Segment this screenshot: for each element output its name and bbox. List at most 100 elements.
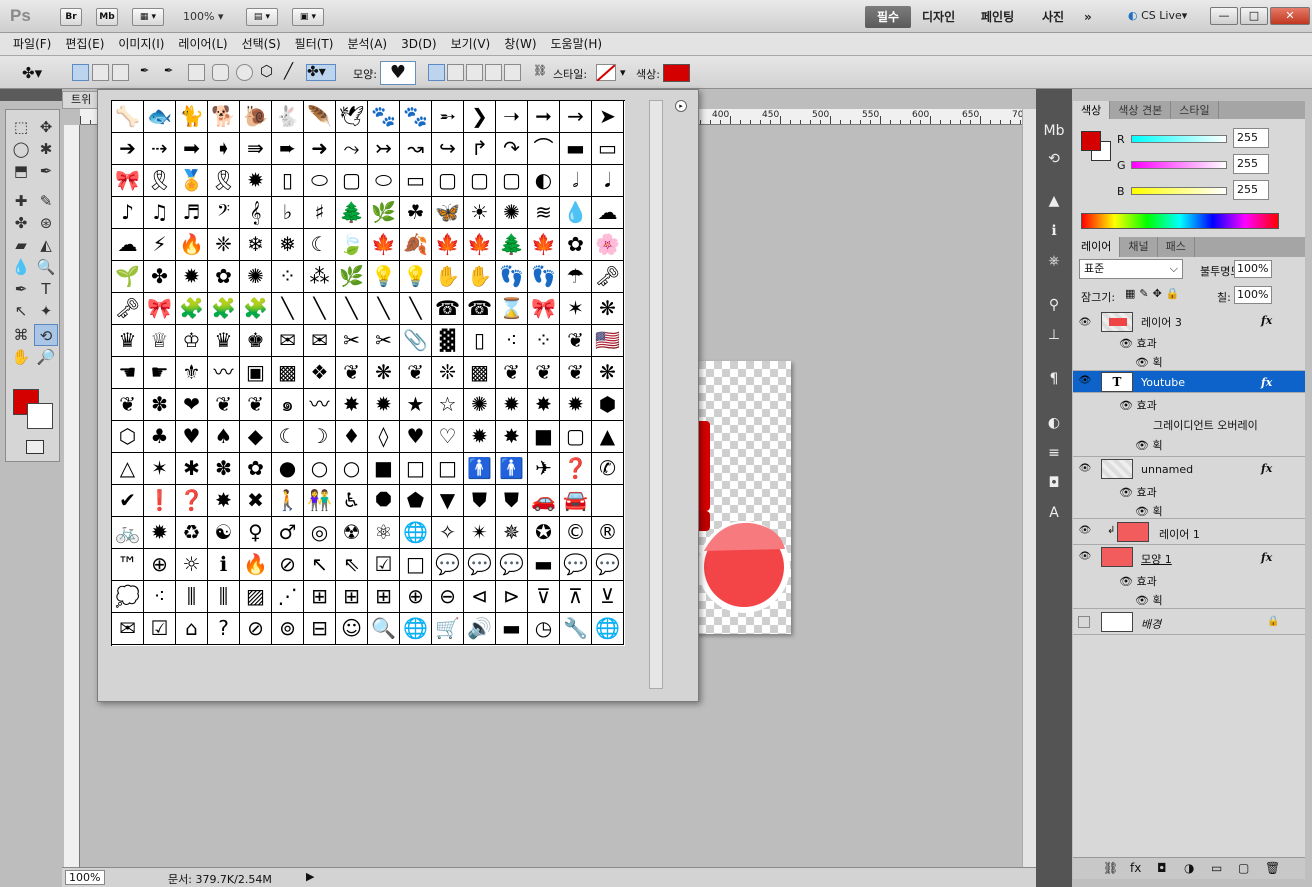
shape-swatch[interactable]: ® xyxy=(592,517,624,549)
shape-swatch[interactable]: 🍁 xyxy=(432,229,464,261)
shape-swatch[interactable]: ◷ xyxy=(528,613,560,645)
shape-swatch[interactable]: 🌐 xyxy=(400,613,432,645)
layer-row-selected[interactable]: 👁 T Youtube fx xyxy=(1073,371,1305,393)
shape-swatch[interactable]: ♛ xyxy=(208,325,240,357)
mini-bridge-button[interactable]: Mb xyxy=(96,8,118,26)
shape-swatch[interactable]: ⚛ xyxy=(368,517,400,549)
shape-swatch[interactable]: 🐾 xyxy=(368,101,400,133)
shape-swatch[interactable]: 🌿 xyxy=(336,261,368,293)
tab-swatches[interactable]: 색상 견본 xyxy=(1110,101,1172,121)
shape-picker-scrollbar[interactable] xyxy=(649,100,663,689)
shape-swatch[interactable]: ○ xyxy=(304,453,336,485)
shape-swatch[interactable]: ▢ xyxy=(432,165,464,197)
shape-swatch[interactable]: 💭 xyxy=(112,581,144,613)
navigator-panel-icon[interactable]: ⎈ xyxy=(1042,249,1066,273)
shape-swatch[interactable]: 🐟 xyxy=(144,101,176,133)
shape-swatch[interactable]: ╲ xyxy=(368,293,400,325)
shape-swatch[interactable]: 🇺🇸 xyxy=(592,325,624,357)
shape-swatch[interactable]: ☘ xyxy=(400,197,432,229)
shape-swatch[interactable]: ↪ xyxy=(432,133,464,165)
shape-swatch[interactable]: ⊟ xyxy=(304,613,336,645)
shape-swatch[interactable]: ❄ xyxy=(240,229,272,261)
shape-swatch[interactable]: ● xyxy=(272,453,304,485)
shape-swatch[interactable]: ⬭ xyxy=(368,165,400,197)
shape-swatch[interactable]: ╲ xyxy=(336,293,368,325)
shape-swatch[interactable]: ✹ xyxy=(176,261,208,293)
shape-swatch[interactable]: ✹ xyxy=(560,389,592,421)
shape-swatch[interactable]: 🍁 xyxy=(368,229,400,261)
shape-swatch[interactable]: ⬡ xyxy=(112,421,144,453)
shape-swatch[interactable]: 🍃 xyxy=(336,229,368,261)
layer-footer-icon[interactable]: ⛓ xyxy=(1103,861,1118,875)
adjustments-panel-icon[interactable]: ◐ xyxy=(1042,411,1066,435)
tool-icon[interactable]: ↖ xyxy=(9,300,33,322)
shape-swatch[interactable]: ▢ xyxy=(496,165,528,197)
shape-swatch[interactable]: ☁ xyxy=(112,229,144,261)
shape-swatch[interactable]: ☽ xyxy=(304,421,336,453)
shape-swatch[interactable]: 🔊 xyxy=(464,613,496,645)
shape-swatch[interactable]: ⚡ xyxy=(144,229,176,261)
shape-swatch[interactable]: 𝄢 xyxy=(208,197,240,229)
subtract-shape-area-icon[interactable] xyxy=(466,64,483,81)
shape-swatch[interactable]: ╲ xyxy=(304,293,336,325)
shape-swatch[interactable]: ✺ xyxy=(496,197,528,229)
menu-item[interactable]: 3D(D) xyxy=(394,33,443,55)
shape-swatch[interactable]: 🌱 xyxy=(112,261,144,293)
shape-swatch[interactable]: ❋ xyxy=(368,357,400,389)
shape-swatch[interactable]: ⚜ xyxy=(176,357,208,389)
shape-swatch[interactable]: → xyxy=(560,101,592,133)
layer-row[interactable]: 배경 🔒 xyxy=(1073,609,1305,635)
fx-icon[interactable]: fx xyxy=(1261,462,1272,475)
new-shape-layer-icon[interactable] xyxy=(428,64,445,81)
shape-swatch[interactable]: ♫ xyxy=(144,197,176,229)
shape-swatch[interactable]: ▓ xyxy=(432,325,464,357)
shape-layers-mode-icon[interactable] xyxy=(72,64,89,81)
shape-swatch[interactable]: ⯃ xyxy=(368,485,400,517)
bridge-button[interactable]: Br xyxy=(60,8,82,26)
fx-icon[interactable]: fx xyxy=(1261,376,1272,389)
shape-swatch[interactable]: 🦋 xyxy=(432,197,464,229)
shape-swatch[interactable]: ★ xyxy=(400,389,432,421)
shape-swatch[interactable]: ⊻ xyxy=(592,581,624,613)
shape-swatch[interactable]: 🐾 xyxy=(400,101,432,133)
shape-swatch[interactable]: ☾ xyxy=(304,229,336,261)
shape-swatch[interactable]: ☢ xyxy=(336,517,368,549)
menu-item[interactable]: 필터(T) xyxy=(288,33,341,55)
mini-bridge-panel-icon[interactable]: Mb xyxy=(1042,119,1066,143)
shape-swatch[interactable]: ✉ xyxy=(304,325,336,357)
shape-swatch[interactable]: ❦ xyxy=(528,357,560,389)
shape-swatch[interactable]: ♦ xyxy=(336,421,368,453)
shape-swatch[interactable]: ✈ xyxy=(528,453,560,485)
shape-swatch[interactable]: ✿ xyxy=(240,453,272,485)
shape-swatch[interactable]: ❦ xyxy=(208,389,240,421)
menu-item[interactable]: 도움말(H) xyxy=(544,33,610,55)
shape-swatch[interactable]: ❓ xyxy=(560,453,592,485)
menu-item[interactable]: 편집(E) xyxy=(58,33,111,55)
shape-swatch[interactable]: 🗝 xyxy=(592,261,624,293)
workspace-essentials[interactable]: 필수 xyxy=(865,6,912,28)
shape-swatch[interactable]: ▢ xyxy=(336,165,368,197)
shape-swatch[interactable]: ▯ xyxy=(464,325,496,357)
shape-swatch[interactable]: 🚶 xyxy=(272,485,304,517)
menu-item[interactable]: 파일(F) xyxy=(6,33,58,55)
fx-icon[interactable]: fx xyxy=(1261,314,1272,327)
shape-swatch[interactable]: ⊘ xyxy=(272,549,304,581)
tool-icon[interactable]: ✎ xyxy=(34,190,58,212)
shape-swatch[interactable]: 🍂 xyxy=(400,229,432,261)
shape-swatch[interactable] xyxy=(592,485,624,517)
background-color[interactable] xyxy=(27,403,53,429)
tool-icon[interactable]: ⬚ xyxy=(9,116,33,138)
shape-swatch[interactable]: ▩ xyxy=(464,357,496,389)
shape-swatch[interactable]: 𝄞 xyxy=(240,197,272,229)
blend-mode-select[interactable]: 표준 ⌵ xyxy=(1079,259,1183,279)
opacity-field[interactable]: 100% xyxy=(1234,260,1272,278)
shape-swatch[interactable]: ⋰ xyxy=(272,581,304,613)
shape-swatch[interactable]: 🐌 xyxy=(240,101,272,133)
shape-swatch[interactable]: ✸ xyxy=(208,485,240,517)
shape-swatch[interactable]: ♻ xyxy=(176,517,208,549)
freeform-pen-tool-icon[interactable]: ✒ xyxy=(164,64,181,81)
eye-icon[interactable]: 👁 xyxy=(1078,375,1092,386)
shape-swatch[interactable]: ▭ xyxy=(592,133,624,165)
screen-mode-button[interactable]: ▣ ▾ xyxy=(292,8,324,26)
b-value[interactable]: 255 xyxy=(1233,180,1269,200)
